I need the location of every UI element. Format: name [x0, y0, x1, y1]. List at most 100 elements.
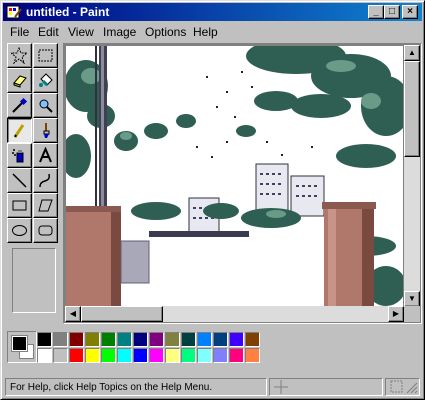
vertical-scrollbar[interactable]: ▲ ▼	[404, 45, 420, 307]
palette-color-swatch[interactable]	[165, 332, 180, 347]
status-help-text: For Help, click Help Topics on the Help …	[5, 378, 267, 396]
pencil-icon	[13, 124, 25, 138]
text-icon	[39, 147, 52, 163]
palette-color-swatch[interactable]	[197, 332, 212, 347]
foreground-color-swatch	[12, 336, 27, 351]
palette-color-swatch[interactable]	[53, 348, 68, 363]
tool-line[interactable]	[7, 168, 32, 193]
tool-options-box[interactable]	[12, 248, 56, 313]
tool-select[interactable]	[33, 43, 58, 68]
tool-pencil[interactable]	[7, 118, 32, 143]
drawing-canvas[interactable]	[66, 46, 403, 308]
minimize-button[interactable]: _	[368, 5, 384, 19]
scroll-left-button[interactable]: ◀	[65, 306, 81, 322]
curve-icon	[39, 173, 50, 188]
resize-grip-icon[interactable]	[406, 382, 418, 394]
tool-free-form-select[interactable]	[7, 43, 32, 68]
scroll-corner	[404, 306, 420, 322]
magnifier-icon	[39, 99, 53, 113]
eyedropper-icon	[12, 97, 28, 113]
right-gate-pillar	[322, 202, 376, 308]
scroll-right-button[interactable]: ▶	[388, 306, 404, 322]
selection-size-icon	[390, 380, 403, 393]
palette-color-swatch[interactable]	[149, 348, 164, 363]
title-bar[interactable]: untitled - Paint _ □ ×	[3, 3, 422, 21]
palette-color-swatch[interactable]	[101, 348, 116, 363]
tool-magnifier[interactable]	[33, 93, 58, 118]
crosshair-icon	[274, 380, 288, 394]
palette-color-swatch[interactable]	[85, 332, 100, 347]
menu-edit[interactable]: Edit	[38, 25, 59, 39]
canvas-area: ▲ ▼ ◀ ▶	[63, 43, 422, 324]
vertical-scroll-thumb[interactable]	[404, 61, 420, 157]
airbrush-icon	[12, 149, 24, 163]
palette-color-swatch[interactable]	[133, 348, 148, 363]
palette-color-swatch[interactable]	[37, 348, 52, 363]
tool-ellipse[interactable]	[7, 218, 32, 243]
tool-rectangle[interactable]	[7, 193, 32, 218]
current-colors[interactable]	[7, 331, 37, 363]
palette-color-swatch[interactable]	[69, 332, 84, 347]
gray-wall	[120, 240, 150, 284]
scroll-up-button[interactable]: ▲	[404, 45, 420, 61]
status-cursor-position	[269, 378, 383, 396]
toolbox	[5, 43, 61, 315]
palette-color-swatch[interactable]	[165, 348, 180, 363]
polygon-icon	[38, 199, 53, 212]
palette-color-swatch[interactable]	[133, 332, 148, 347]
rect-select-icon	[38, 49, 53, 62]
tool-fill[interactable]	[33, 68, 58, 93]
palette-color-swatch[interactable]	[181, 332, 196, 347]
palette-color-swatch[interactable]	[229, 332, 244, 347]
tool-eraser[interactable]	[7, 68, 32, 93]
palette-color-swatch[interactable]	[213, 332, 228, 347]
maximize-button[interactable]: □	[384, 5, 400, 19]
palette-color-swatch[interactable]	[181, 348, 196, 363]
status-bar: For Help, click Help Topics on the Help …	[3, 377, 422, 397]
tool-rounded-rectangle[interactable]	[33, 218, 58, 243]
star-select-icon	[11, 47, 28, 64]
tool-curve[interactable]	[33, 168, 58, 193]
tool-airbrush[interactable]	[7, 143, 32, 168]
menu-options[interactable]: Options	[145, 25, 186, 39]
menu-image[interactable]: Image	[103, 25, 136, 39]
tool-polygon[interactable]	[33, 193, 58, 218]
ellipse-icon	[12, 225, 27, 236]
horizontal-scrollbar[interactable]: ◀ ▶	[65, 306, 404, 322]
tool-pick-color[interactable]	[7, 93, 32, 118]
palette-color-swatch[interactable]	[245, 348, 260, 363]
paint-bucket-icon	[39, 73, 53, 87]
color-box	[5, 329, 422, 367]
menu-view[interactable]: View	[68, 25, 94, 39]
paint-window: untitled - Paint _ □ × File Edit View Im…	[0, 0, 425, 400]
tool-brush[interactable]	[33, 118, 58, 143]
close-button[interactable]: ×	[402, 5, 418, 19]
left-gate-pillar	[66, 206, 121, 308]
paint-app-icon	[6, 5, 22, 19]
window-title: untitled - Paint	[26, 5, 110, 19]
palette-color-swatch[interactable]	[149, 332, 164, 347]
status-selection-size	[385, 378, 420, 396]
scroll-down-button[interactable]: ▼	[404, 291, 420, 307]
palette-color-swatch[interactable]	[53, 332, 68, 347]
palette-color-swatch[interactable]	[197, 348, 212, 363]
horizontal-scroll-thumb[interactable]	[81, 306, 163, 322]
palette-color-swatch[interactable]	[101, 332, 116, 347]
menu-help[interactable]: Help	[193, 25, 218, 39]
tool-text[interactable]	[33, 143, 58, 168]
rectangle-icon	[12, 200, 27, 211]
canvas-image	[66, 46, 403, 308]
line-icon	[12, 173, 27, 188]
palette-color-swatch[interactable]	[213, 348, 228, 363]
palette-color-swatch[interactable]	[117, 348, 132, 363]
palette-color-swatch[interactable]	[69, 348, 84, 363]
palette-color-swatch[interactable]	[37, 332, 52, 347]
palette-color-swatch[interactable]	[229, 348, 244, 363]
eraser-icon	[13, 75, 27, 88]
palette-color-swatch[interactable]	[245, 332, 260, 347]
menu-file[interactable]: File	[10, 25, 29, 39]
palette-color-swatch[interactable]	[117, 332, 132, 347]
brush-icon	[43, 123, 50, 138]
palette-color-swatch[interactable]	[85, 348, 100, 363]
rounded-rect-icon	[38, 225, 53, 236]
